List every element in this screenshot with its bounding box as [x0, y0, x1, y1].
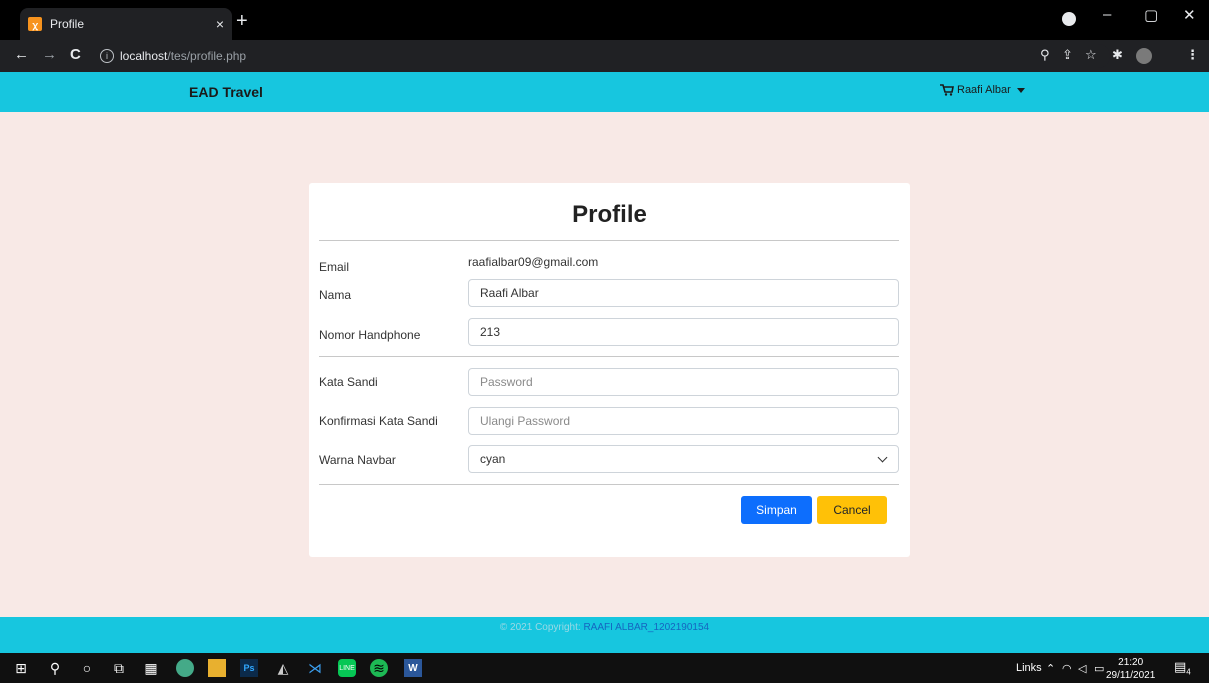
star-icon[interactable]: ☆ — [1085, 47, 1097, 63]
navbar-color-label: Warna Navbar — [319, 453, 396, 467]
inkscape-icon[interactable]: ◭ — [274, 659, 292, 677]
new-tab-button[interactable]: + — [236, 10, 248, 33]
user-name: Raafi Albar — [957, 84, 1011, 96]
name-field[interactable]: Raafi Albar — [468, 279, 899, 307]
phone-field[interactable]: 213 — [468, 318, 899, 346]
chevron-down-icon — [877, 452, 888, 463]
url-host: localhost — [120, 49, 168, 63]
site-info-icon[interactable]: i — [100, 49, 114, 63]
password-label: Kata Sandi — [319, 375, 378, 389]
profile-card: Profile Email raafialbar09@gmail.com Nam… — [309, 183, 910, 557]
name-label: Nama — [319, 288, 352, 302]
save-button[interactable]: Simpan — [741, 496, 812, 524]
search-icon[interactable]: ⚲ — [46, 659, 64, 677]
tab-close-icon[interactable]: × — [216, 16, 224, 32]
word-icon[interactable]: W — [404, 659, 422, 677]
divider — [319, 484, 899, 485]
app-navbar: EAD Travel Raafi Albar — [0, 72, 1209, 112]
copyright-text: © 2021 Copyright: RAAFI ALBAR_1202190154 — [0, 622, 1209, 633]
back-button[interactable]: ← — [14, 46, 29, 63]
restore-button[interactable]: ▢ — [1144, 6, 1158, 24]
task-view-icon[interactable]: ⧉ — [110, 659, 128, 677]
divider — [319, 240, 899, 241]
notification-icon[interactable]: ▤4 — [1174, 659, 1191, 677]
clock[interactable]: 21:20 29/11/2021 — [1106, 656, 1155, 682]
photoshop-icon[interactable]: Ps — [240, 659, 258, 677]
copyright-link[interactable]: RAAFI ALBAR_1202190154 — [583, 622, 709, 633]
extensions-icon[interactable]: ✱ — [1112, 47, 1123, 63]
forward-button[interactable]: → — [42, 46, 57, 63]
wifi-icon[interactable]: ◠ — [1062, 662, 1072, 675]
footer: © 2021 Copyright: RAAFI ALBAR_1202190154 — [0, 617, 1209, 653]
windows-taskbar: ⊞ ⚲ ○ ⧉ ▦ Ps ◭ ⋊ LINE ≋ W Links ⌃ ◠ ◁ ▭ … — [0, 653, 1209, 683]
clock-date: 29/11/2021 — [1106, 670, 1156, 681]
line-icon[interactable]: LINE — [338, 659, 356, 677]
volume-icon[interactable]: ◁ — [1078, 662, 1086, 675]
reload-button[interactable]: C — [70, 46, 81, 63]
clock-time: 21:20 — [1118, 657, 1144, 668]
confirm-password-label: Konfirmasi Kata Sandi — [319, 414, 438, 428]
password-field[interactable]: Password — [468, 368, 899, 396]
navbar-color-select[interactable]: cyan — [468, 445, 899, 473]
share-icon[interactable]: ⇪ — [1062, 47, 1073, 63]
url-path: /tes/profile.php — [167, 49, 247, 63]
page-title: Profile — [572, 201, 647, 228]
user-dropdown[interactable]: Raafi Albar — [940, 84, 1025, 96]
navbar-color-value: cyan — [480, 452, 506, 466]
chrome-icon[interactable] — [176, 659, 194, 677]
windows-start-icon[interactable]: ⊞ — [12, 659, 30, 677]
chrome-profile-icon[interactable] — [1062, 12, 1076, 26]
spotify-icon[interactable]: ≋ — [370, 659, 388, 677]
xampp-favicon-icon: ꭓ — [28, 17, 42, 31]
phone-label: Nomor Handphone — [319, 328, 421, 342]
battery-icon[interactable]: ▭ — [1094, 662, 1104, 675]
vscode-icon[interactable]: ⋊ — [306, 659, 324, 677]
phone-value: 213 — [480, 325, 501, 339]
name-value: Raafi Albar — [480, 286, 539, 300]
minimize-button[interactable]: – — [1103, 6, 1111, 23]
copyright-prefix: © 2021 Copyright: — [499, 622, 584, 633]
divider — [319, 356, 899, 357]
confirm-password-placeholder: Ulangi Password — [480, 414, 571, 428]
chevron-down-icon — [1016, 87, 1025, 93]
tab-title: Profile — [50, 17, 85, 31]
email-label: Email — [319, 260, 350, 274]
brand-link[interactable]: EAD Travel — [189, 84, 263, 100]
chevron-up-icon[interactable]: ⌃ — [1046, 662, 1055, 675]
browser-tab-bar: ꭓ Profile × + – ▢ ✕ — [0, 0, 1209, 40]
confirm-password-field[interactable]: Ulangi Password — [468, 407, 899, 435]
profile-avatar-icon[interactable] — [1136, 48, 1152, 64]
close-window-button[interactable]: ✕ — [1183, 6, 1196, 24]
email-value: raafialbar09@gmail.com — [468, 255, 599, 269]
menu-icon[interactable]: ⋮ — [1186, 47, 1199, 63]
cart-icon[interactable] — [940, 84, 954, 96]
file-explorer-icon[interactable] — [208, 659, 226, 677]
browser-tab[interactable]: ꭓ Profile × — [20, 8, 232, 40]
tray-links[interactable]: Links — [1016, 662, 1042, 674]
cancel-button[interactable]: Cancel — [817, 496, 887, 524]
cortana-icon[interactable]: ○ — [78, 659, 96, 677]
zoom-icon[interactable]: ⚲ — [1040, 47, 1050, 63]
store-icon[interactable]: ▦ — [142, 659, 160, 677]
browser-address-bar: ← → C i localhost /tes/profile.php ⚲ ⇪ ☆… — [0, 40, 1209, 72]
password-placeholder: Password — [480, 375, 533, 389]
url-input[interactable]: i localhost /tes/profile.php — [100, 44, 1110, 68]
